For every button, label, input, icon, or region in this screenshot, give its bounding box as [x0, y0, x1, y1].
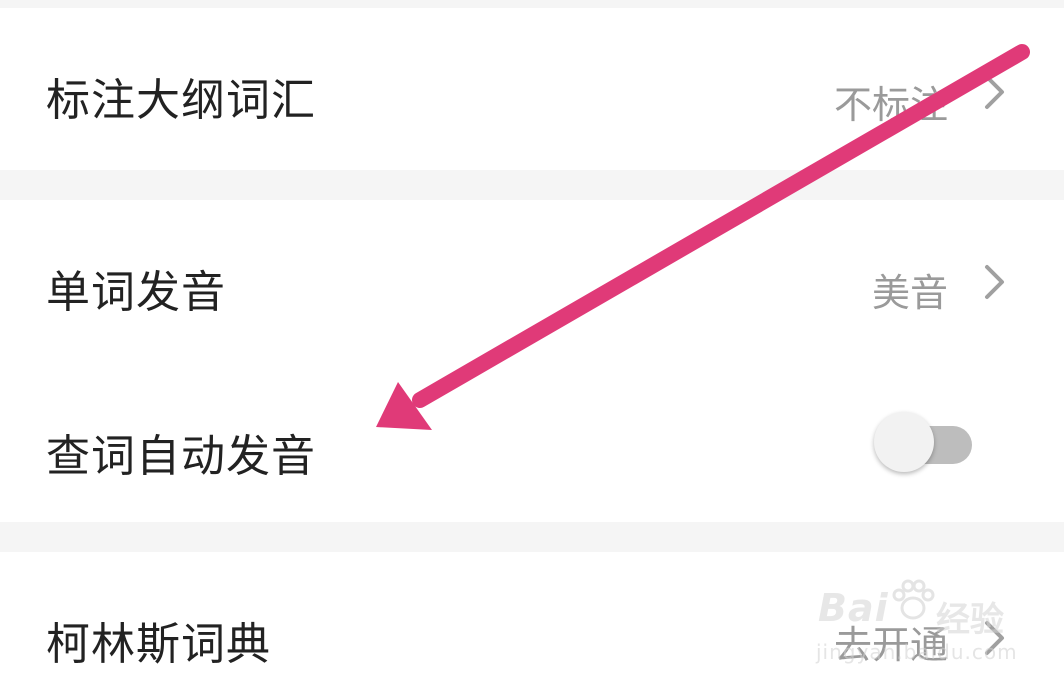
row-word-pronunciation[interactable]: 单词发音 美音: [0, 200, 1064, 364]
top-divider: [0, 0, 1064, 8]
toggle-knob: [874, 412, 934, 472]
row-label: 柯林斯词典: [46, 619, 271, 670]
row-value: 美音: [871, 271, 948, 315]
settings-group-dictionary: 柯林斯词典 去开通: [0, 552, 1064, 688]
settings-group-pronunciation: 单词发音 美音 查词自动发音: [0, 200, 1064, 522]
row-auto-pronounce: 查词自动发音: [0, 364, 1064, 522]
chevron-right-icon: [985, 265, 1004, 299]
settings-group-outline: 标注大纲词汇 不标注: [0, 8, 1064, 170]
auto-pronounce-toggle[interactable]: [874, 410, 974, 474]
row-label: 查词自动发音: [46, 431, 316, 482]
row-label: 单词发音: [46, 267, 226, 318]
row-label: 标注大纲词汇: [46, 75, 316, 126]
chevron-right-icon: [985, 621, 1004, 655]
row-collins-dictionary[interactable]: 柯林斯词典 去开通: [0, 552, 1064, 688]
row-mark-syllabus-words[interactable]: 标注大纲词汇 不标注: [0, 8, 1064, 170]
row-value: 去开通: [833, 623, 948, 667]
row-value: 不标注: [833, 83, 948, 127]
chevron-right-icon: [985, 75, 1004, 109]
